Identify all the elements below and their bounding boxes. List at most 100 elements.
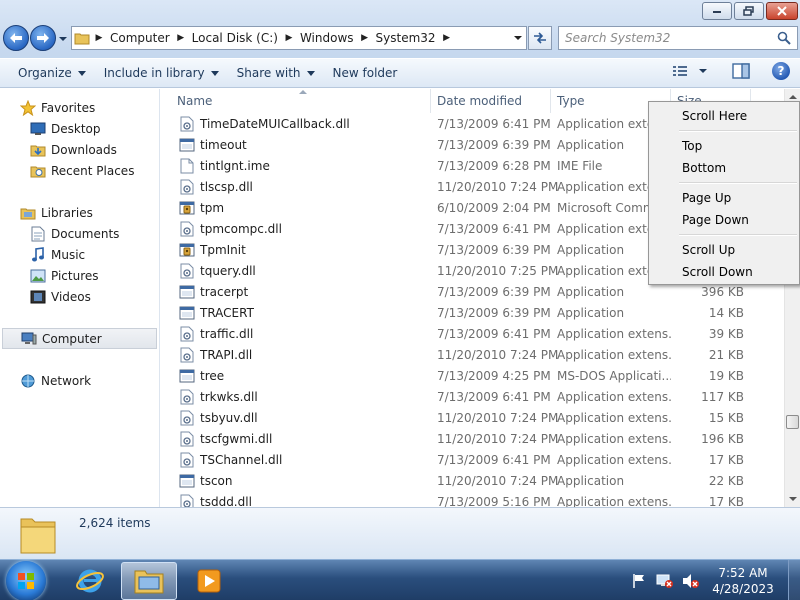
search-icon[interactable]: [777, 31, 791, 45]
address-bar[interactable]: ▶ Computer ▶ Local Disk (C:) ▶ Windows ▶…: [71, 26, 527, 50]
breadcrumb-computer[interactable]: Computer: [106, 31, 174, 45]
file-size: 39 KB: [708, 326, 744, 341]
chevron-down-icon: [77, 70, 86, 76]
share-with-button[interactable]: Share with: [228, 61, 324, 85]
menu-item-label: Page Down: [682, 213, 749, 227]
chevron-right-icon[interactable]: ▶: [282, 33, 296, 43]
nav-downloads[interactable]: Downloads: [29, 139, 117, 160]
minimize-button[interactable]: [702, 2, 732, 20]
file-row[interactable]: TSChannel.dll 7/13/2009 6:41 PM Applicatio…: [161, 449, 784, 470]
nav-favorites[interactable]: Favorites: [19, 97, 95, 118]
search-input[interactable]: Search System32: [558, 26, 798, 50]
back-button[interactable]: [3, 25, 29, 51]
menu-item-label: Bottom: [682, 161, 727, 175]
taskbar-windows-explorer[interactable]: [121, 562, 177, 600]
nav-libraries[interactable]: Libraries: [19, 202, 93, 223]
menu-item-bottom[interactable]: Bottom: [651, 157, 797, 179]
file-type: Application: [557, 305, 625, 320]
breadcrumb-system32[interactable]: System32: [372, 31, 440, 45]
menu-item-top[interactable]: Top: [651, 135, 797, 157]
nav-network-label: Network: [41, 373, 92, 388]
msc-icon: [179, 200, 195, 216]
file-name: TimeDateMUICallback.dll: [200, 116, 350, 131]
file-date: 7/13/2009 6:41 PM: [437, 389, 551, 404]
clock[interactable]: 7:52 AM 4/28/2023: [708, 565, 778, 597]
menu-item-page-up[interactable]: Page Up: [651, 187, 797, 209]
music-icon: [29, 246, 47, 263]
breadcrumb-local-disk[interactable]: Local Disk (C:): [188, 31, 282, 45]
column-date-label: Date modified: [437, 94, 523, 108]
chevron-right-icon[interactable]: ▶: [358, 33, 372, 43]
scroll-down-button[interactable]: [785, 491, 800, 507]
file-size: 396 KB: [701, 284, 744, 299]
show-desktop-button[interactable]: [788, 560, 800, 600]
nav-documents-label: Documents: [51, 226, 120, 241]
restore-button[interactable]: [734, 2, 764, 20]
dll-icon: [179, 347, 195, 363]
file-row[interactable]: tsbyuv.dll 11/20/2010 7:24 PM Application …: [161, 407, 784, 428]
recent-pages-dropdown[interactable]: [58, 34, 68, 44]
breadcrumb-windows[interactable]: Windows: [296, 31, 358, 45]
start-button[interactable]: [6, 561, 46, 600]
refresh-button[interactable]: [528, 26, 552, 50]
chevron-right-icon[interactable]: ▶: [92, 33, 106, 43]
menu-item-scroll-down[interactable]: Scroll Down: [651, 261, 797, 283]
view-details-icon[interactable]: [672, 64, 688, 78]
menu-separator: [679, 130, 797, 132]
menu-item-label: Top: [682, 139, 703, 153]
organize-button[interactable]: Organize: [0, 61, 95, 85]
close-button[interactable]: [766, 2, 798, 20]
app-icon: [179, 284, 195, 300]
new-folder-button[interactable]: New folder: [324, 61, 407, 85]
nav-desktop[interactable]: Desktop: [29, 118, 101, 139]
file-row[interactable]: traffic.dll 7/13/2009 6:41 PM Application …: [161, 323, 784, 344]
nav-videos[interactable]: Videos: [29, 286, 91, 307]
forward-button[interactable]: [30, 25, 56, 51]
file-row[interactable]: TRACERT 7/13/2009 6:39 PM Application 14 KB: [161, 302, 784, 323]
windows-logo-icon: [18, 573, 34, 589]
address-history-dropdown[interactable]: [513, 34, 523, 42]
nav-network[interactable]: Network: [19, 370, 91, 391]
network-disconnected-icon[interactable]: [656, 572, 674, 590]
file-row[interactable]: tscfgwmi.dll 11/20/2010 7:24 PM Applicatio…: [161, 428, 784, 449]
view-options-dropdown[interactable]: [698, 67, 708, 75]
file-name-cell: tsbyuv.dll: [161, 410, 431, 426]
action-center-flag-icon[interactable]: [630, 572, 648, 590]
file-name: tscfgwmi.dll: [200, 431, 273, 446]
nav-libraries-label: Libraries: [41, 205, 93, 220]
chevron-down-icon: [306, 70, 315, 76]
details-pane: 2,624 items: [0, 507, 800, 559]
nav-recent-places[interactable]: Recent Places: [29, 160, 134, 181]
nav-recent-places-label: Recent Places: [51, 163, 135, 178]
file-size: 22 KB: [708, 473, 744, 488]
chevron-right-icon[interactable]: ▶: [440, 33, 454, 43]
file-row[interactable]: tree 7/13/2009 4:25 PM MS-DOS Applicati...…: [161, 365, 784, 386]
nav-music[interactable]: Music: [29, 244, 85, 265]
menu-item-page-down[interactable]: Page Down: [651, 209, 797, 231]
file-row[interactable]: trkwks.dll 7/13/2009 6:41 PM Application e…: [161, 386, 784, 407]
menu-item-scroll-up[interactable]: Scroll Up: [651, 239, 797, 261]
chevron-right-icon[interactable]: ▶: [174, 33, 188, 43]
scroll-thumb[interactable]: [786, 415, 799, 429]
column-header-name[interactable]: Name: [161, 89, 431, 113]
dll-icon: [179, 116, 195, 132]
preview-pane-icon[interactable]: [732, 63, 750, 79]
chevron-down-icon: [789, 497, 797, 501]
minimize-icon: [713, 11, 721, 13]
file-row[interactable]: tscon 11/20/2010 7:24 PM Application 22 KB: [161, 470, 784, 491]
nav-computer[interactable]: Computer: [2, 328, 157, 349]
menu-item-scroll-here[interactable]: Scroll Here: [651, 105, 797, 127]
file-date: 11/20/2010 7:24 PM: [437, 179, 559, 194]
nav-pictures[interactable]: Pictures: [29, 265, 99, 286]
column-header-date[interactable]: Date modified: [431, 89, 551, 113]
file-row[interactable]: tsddd.dll 7/13/2009 5:16 PM Application ex…: [161, 491, 784, 507]
help-icon[interactable]: ?: [772, 62, 790, 80]
taskbar-internet-explorer[interactable]: [62, 562, 118, 600]
file-row[interactable]: TRAPI.dll 11/20/2010 7:24 PM Application e…: [161, 344, 784, 365]
nav-documents[interactable]: Documents: [29, 223, 119, 244]
file-type: MS-DOS Applicati...: [557, 368, 671, 383]
include-in-library-button[interactable]: Include in library: [95, 61, 228, 85]
volume-muted-icon[interactable]: [682, 572, 700, 590]
arrow-left-icon: [10, 33, 22, 43]
taskbar-media-player[interactable]: [181, 562, 237, 600]
